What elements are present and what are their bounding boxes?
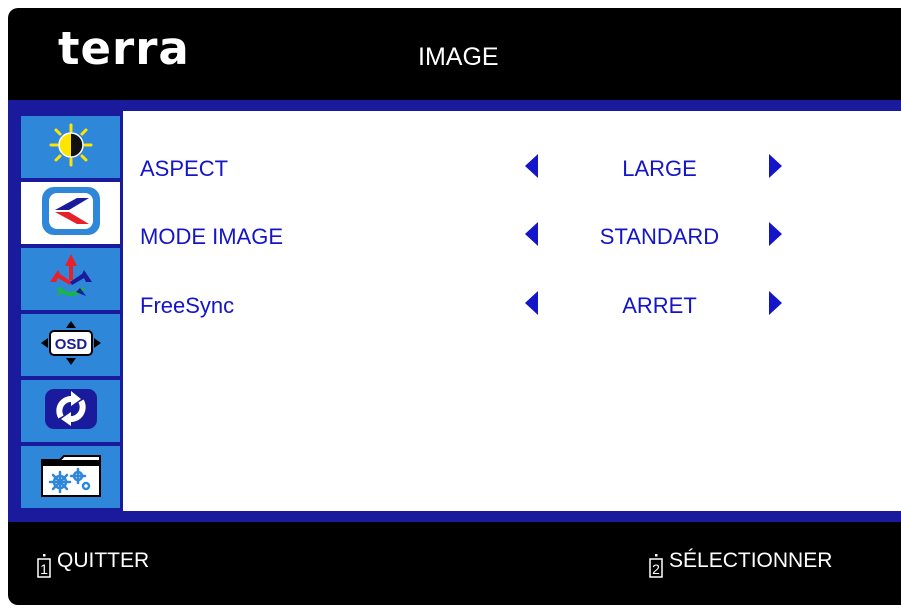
- setting-label: MODE IMAGE: [140, 224, 284, 249]
- select-label: SÉLECTIONNER: [669, 549, 833, 572]
- top-divider: [8, 100, 901, 111]
- brand-logo: terra: [58, 22, 190, 75]
- arrow-right-icon[interactable]: [766, 153, 784, 184]
- arrow-left-icon[interactable]: [523, 221, 541, 252]
- sidebar-item-image[interactable]: [21, 182, 120, 244]
- bottom-divider: [8, 511, 901, 522]
- sidebar-item-reset[interactable]: [21, 380, 120, 442]
- exit-hint[interactable]: 1 QUITTER: [37, 550, 149, 582]
- sidebar: OSD: [8, 111, 123, 511]
- main-content: ASPECT LARGE MODE IMAGE STANDARD FreeSyn…: [123, 111, 901, 511]
- header: terra IMAGE: [8, 8, 901, 103]
- brightness-contrast-icon: [49, 123, 93, 172]
- image-icon: [41, 186, 101, 241]
- setting-label: FreeSync: [140, 293, 235, 318]
- setting-value: LARGE: [622, 156, 697, 181]
- osd-menu: terra IMAGE OSD ASPECT LARGE MODE IMAGE …: [8, 8, 901, 605]
- setting-row-mode-image[interactable]: MODE IMAGE STANDARD: [123, 217, 901, 257]
- color-icon: [46, 252, 96, 307]
- sidebar-item-color[interactable]: [21, 248, 120, 310]
- sidebar-item-brightness[interactable]: [21, 116, 120, 178]
- setting-value: STANDARD: [599, 224, 720, 249]
- arrow-right-icon[interactable]: [766, 221, 784, 252]
- setting-label: ASPECT: [140, 156, 229, 181]
- setting-row-aspect[interactable]: ASPECT LARGE: [123, 149, 901, 189]
- osd-position-icon: OSD: [39, 319, 103, 372]
- reset-icon: [43, 387, 99, 436]
- sidebar-item-osd[interactable]: OSD: [21, 314, 120, 376]
- key-2-icon: 2: [649, 554, 663, 582]
- arrow-left-icon[interactable]: [523, 153, 541, 184]
- footer: 1 QUITTER 2 SÉLECTIONNER: [8, 522, 901, 605]
- setting-value: ARRET: [622, 293, 697, 318]
- setting-row-freesync[interactable]: FreeSync ARRET: [123, 286, 901, 326]
- svg-text:OSD: OSD: [54, 336, 87, 353]
- svg-text:2: 2: [652, 561, 660, 577]
- key-1-icon: 1: [37, 554, 51, 582]
- arrow-left-icon[interactable]: [523, 290, 541, 321]
- sidebar-item-settings[interactable]: [21, 446, 120, 508]
- arrow-right-icon[interactable]: [766, 290, 784, 321]
- svg-text:1: 1: [40, 561, 48, 577]
- select-hint[interactable]: 2 SÉLECTIONNER: [649, 550, 832, 582]
- settings-icon: [40, 452, 102, 503]
- exit-label: QUITTER: [57, 549, 150, 572]
- page-title: IMAGE: [418, 43, 499, 71]
